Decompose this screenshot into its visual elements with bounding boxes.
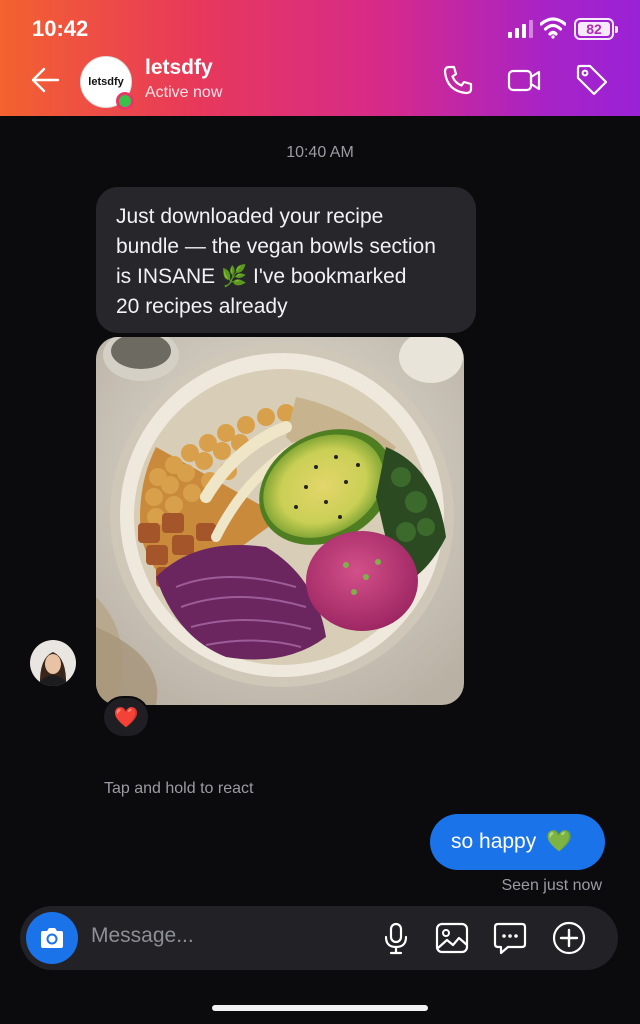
contact-name[interactable]: letsdfy bbox=[145, 56, 213, 80]
message-input[interactable]: Message... bbox=[91, 924, 194, 948]
camera-icon bbox=[41, 928, 63, 948]
tap-hint-text: Tap and hold to react bbox=[104, 780, 254, 797]
chat-header: 10:42 82 letsdfy letsdfy Active now bbox=[0, 0, 640, 116]
sender-avatar[interactable] bbox=[30, 640, 76, 686]
message-line: is INSANE 🌿 I've bookmarked bbox=[116, 265, 407, 288]
chat-bubble-icon[interactable] bbox=[492, 920, 528, 956]
battery-icon: 82 bbox=[574, 18, 618, 40]
online-status-dot bbox=[116, 92, 134, 110]
back-arrow-icon[interactable] bbox=[28, 62, 64, 98]
vegan-bowl-photo[interactable] bbox=[96, 337, 464, 705]
message-timestamp: 10:40 AM bbox=[286, 144, 354, 161]
message-line: bundle — the vegan bowls section bbox=[116, 235, 436, 258]
outgoing-message-text: so happy bbox=[451, 830, 537, 853]
tag-icon[interactable] bbox=[574, 62, 610, 98]
wifi-icon bbox=[540, 17, 566, 39]
image-icon[interactable] bbox=[434, 920, 470, 956]
message-line: Just downloaded your recipe bbox=[116, 205, 384, 228]
contact-status: Active now bbox=[145, 84, 223, 101]
cellular-signal-icon bbox=[508, 20, 533, 38]
message-line: 20 recipes already bbox=[116, 295, 288, 318]
green-heart-icon: 💚 bbox=[546, 830, 573, 853]
microphone-icon[interactable] bbox=[378, 920, 414, 956]
heart-reaction-badge[interactable]: ❤️ bbox=[102, 696, 150, 738]
phone-icon[interactable] bbox=[440, 62, 476, 98]
contact-avatar[interactable]: letsdfy bbox=[80, 56, 134, 110]
status-bar: 10:42 82 bbox=[0, 0, 640, 56]
status-time: 10:42 bbox=[32, 16, 89, 41]
incoming-message-bubble[interactable]: Just downloaded your recipe bundle — the… bbox=[96, 187, 476, 333]
video-camera-icon[interactable] bbox=[506, 62, 542, 98]
camera-button[interactable] bbox=[26, 912, 78, 964]
plus-circle-icon[interactable] bbox=[551, 920, 587, 956]
heart-icon: ❤️ bbox=[113, 706, 139, 729]
outgoing-message-bubble[interactable]: so happy 💚 bbox=[430, 814, 605, 870]
home-indicator[interactable] bbox=[212, 1005, 428, 1011]
message-composer: Message... bbox=[20, 906, 618, 970]
battery-level: 82 bbox=[586, 21, 602, 37]
seen-status: Seen just now bbox=[501, 877, 602, 894]
